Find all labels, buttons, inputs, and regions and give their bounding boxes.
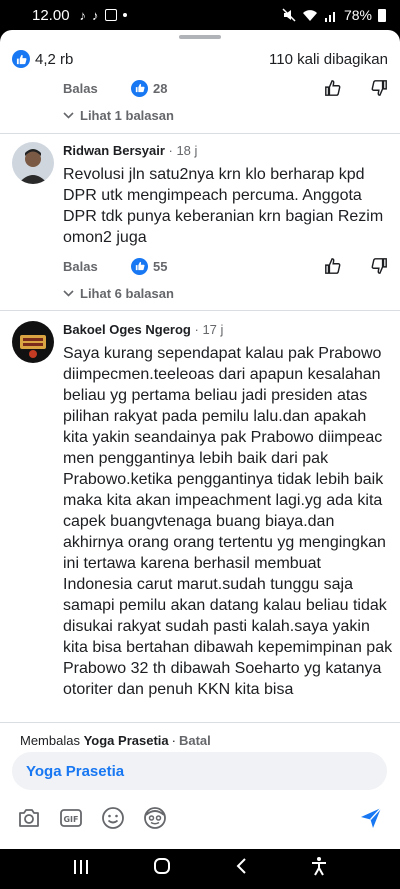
status-time: 12.00 [32,6,70,24]
svg-text:GIF: GIF [63,815,78,824]
like-reaction-icon [131,257,148,275]
like-reaction-icon [12,50,30,68]
battery-icon [378,8,386,22]
composer-toolbar: GIF [0,798,400,838]
emoji-icon[interactable] [100,805,126,831]
divider [0,722,400,723]
avatar[interactable] [12,142,54,184]
status-bar: 12.00 ♪ ♪ 78% [0,0,400,30]
thumbs-up-icon[interactable] [324,257,342,275]
thumbs-down-icon[interactable] [370,79,388,97]
comment-author[interactable]: Bakoel Oges Ngerog [63,322,191,337]
comment-author[interactable]: Ridwan Bersyair [63,143,165,158]
like-reaction-icon [131,79,148,97]
gif-icon[interactable]: GIF [58,805,84,831]
replying-prefix: Membalas [20,732,80,748]
comment-actions: Balas 55 [63,255,388,277]
thumbs-up-icon[interactable] [324,79,342,97]
comment-time: 17 j [202,322,224,337]
reaction-count[interactable]: 4,2 rb [35,51,73,68]
reply-input-mention: Yoga Prasetia [26,762,125,780]
thumbs-down-icon[interactable] [370,257,388,275]
cancel-reply-button[interactable]: Batal [179,733,211,748]
comments-sheet: 4,2 rb 110 kali dibagikan Balas 28 Lihat… [0,30,400,849]
like-count: 28 [153,80,168,96]
accessibility-icon[interactable] [310,856,328,882]
comment-time: 18 j [176,143,198,158]
reply-button[interactable]: Balas [63,259,98,274]
divider [0,133,400,134]
comment-text: Revolusi jln satu2nya krn klo berharap k… [63,166,384,246]
comment-text: Saya kurang sependapat kalau pak Prabowo… [63,345,393,698]
more-notifications-dot-icon [122,13,127,17]
tiktok-icon: ♪ [79,7,87,23]
view-replies-link[interactable]: Lihat 6 balasan [63,283,174,303]
recent-apps-icon[interactable] [72,858,90,881]
chevron-down-icon [63,289,74,297]
reply-input[interactable]: Yoga Prasetia [12,752,387,790]
like-count: 55 [153,258,168,274]
tiktok-icon: ♪ [92,7,99,23]
checkbox-notification-icon [104,9,117,21]
reaction-summary-bar: 4,2 rb 110 kali dibagikan [0,46,400,72]
replying-to-name: Yoga Prasetia [83,732,169,748]
signal-icon [324,11,335,22]
camera-icon[interactable] [16,805,42,831]
comment-actions: Balas 28 [63,77,388,99]
share-count[interactable]: 110 kali dibagikan [269,51,388,68]
battery-percent: 78% [343,7,372,23]
drag-handle[interactable] [179,35,221,39]
avatar[interactable] [12,321,54,363]
reply-button[interactable]: Balas [63,81,98,96]
send-icon[interactable] [358,805,384,831]
home-icon[interactable] [153,857,171,881]
view-replies-label: Lihat 1 balasan [80,107,174,123]
back-icon[interactable] [235,857,247,881]
replying-indicator: Membalas Yoga Prasetia · Batal [20,732,211,748]
system-nav-bar [0,849,400,889]
avatar-sticker-icon[interactable] [142,805,168,831]
view-replies-label: Lihat 6 balasan [80,285,174,301]
divider [0,310,400,311]
view-replies-link[interactable]: Lihat 1 balasan [63,105,174,125]
wifi-icon [302,10,317,21]
mute-icon [282,8,296,22]
chevron-down-icon [63,111,74,119]
